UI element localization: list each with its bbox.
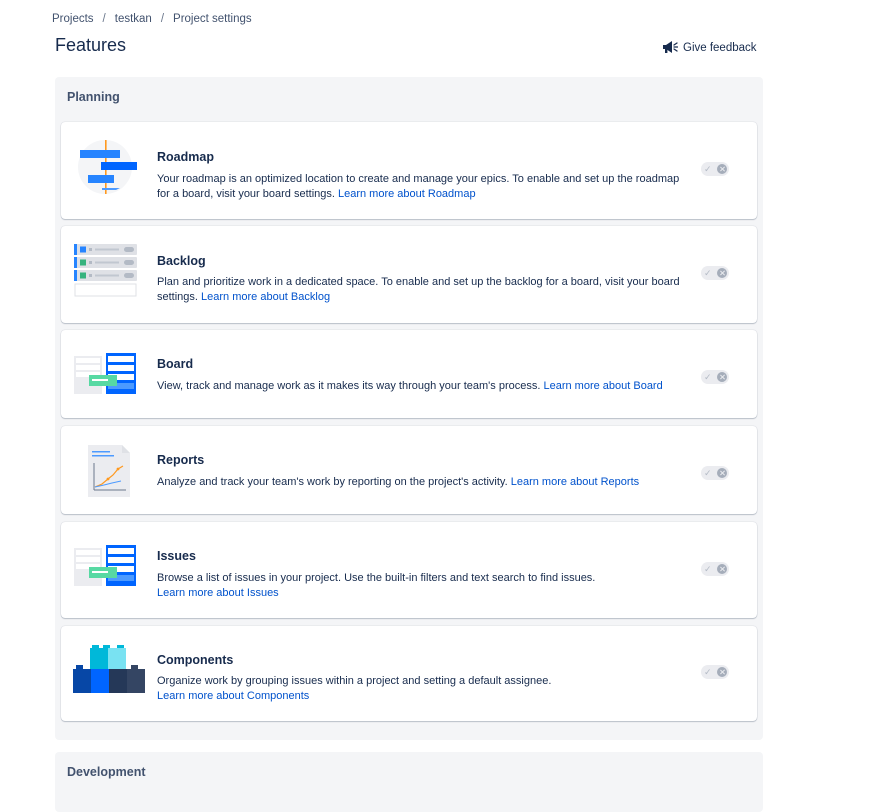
breadcrumb-separator: /	[102, 13, 106, 25]
reports-illustration	[74, 443, 140, 504]
feature-description-reports: Analyze and track your team's work by re…	[157, 475, 692, 490]
breadcrumb-projects[interactable]: Projects	[52, 13, 94, 25]
feature-card-components: Components Organize work by grouping iss…	[61, 626, 757, 721]
close-icon	[717, 268, 727, 278]
page-title: Features	[55, 35, 127, 55]
feature-text-issues: Browse a list of issues in your project.…	[157, 572, 596, 584]
feature-description-issues: Browse a list of issues in your project.…	[157, 571, 692, 601]
feature-card-reports: Reports Analyze and track your team's wo…	[61, 426, 757, 514]
feature-text-reports: Analyze and track your team's work by re…	[157, 476, 511, 488]
feature-title-board: Board	[157, 357, 194, 371]
feature-card-backlog: Backlog Plan and prioritize work in a de…	[61, 226, 757, 323]
issues-toggle[interactable]: ✓	[701, 562, 729, 576]
check-icon: ✓	[704, 667, 712, 677]
give-feedback-button[interactable]: Give feedback	[661, 38, 757, 58]
issues-illustration	[74, 545, 138, 592]
close-icon	[717, 564, 727, 574]
reports-toggle[interactable]: ✓	[701, 466, 729, 480]
check-icon: ✓	[704, 468, 712, 478]
section-title-development: Development	[67, 765, 146, 779]
board-illustration	[74, 353, 138, 400]
components-illustration	[73, 645, 145, 698]
roadmap-illustration	[74, 140, 142, 201]
check-icon: ✓	[704, 564, 712, 574]
breadcrumb-project-settings[interactable]: Project settings	[173, 13, 252, 25]
feature-text-components: Organize work by grouping issues within …	[157, 675, 552, 687]
check-icon: ✓	[704, 372, 712, 382]
learn-more-backlog-link[interactable]: Learn more about Backlog	[201, 291, 330, 303]
backlog-toggle[interactable]: ✓	[701, 266, 729, 280]
learn-more-board-link[interactable]: Learn more about Board	[543, 380, 662, 392]
board-toggle[interactable]: ✓	[701, 370, 729, 384]
breadcrumb-separator: /	[160, 13, 165, 25]
megaphone-icon	[661, 40, 679, 57]
feature-title-issues: Issues	[157, 549, 196, 563]
planning-section: Planning Roadmap Your roadmap is an opti…	[55, 77, 763, 740]
learn-more-issues-link[interactable]: Learn more about Issues	[157, 587, 279, 599]
close-icon	[717, 372, 727, 382]
feature-title-backlog: Backlog	[157, 254, 206, 268]
feature-card-roadmap: Roadmap Your roadmap is an optimized loc…	[61, 122, 757, 219]
close-icon	[717, 468, 727, 478]
check-icon: ✓	[704, 268, 712, 278]
close-icon	[717, 667, 727, 677]
feature-description-components: Organize work by grouping issues within …	[157, 674, 692, 704]
check-icon: ✓	[704, 164, 712, 174]
give-feedback-label: Give feedback	[683, 42, 757, 54]
learn-more-components-link[interactable]: Learn more about Components	[157, 690, 309, 702]
close-icon	[717, 164, 727, 174]
learn-more-reports-link[interactable]: Learn more about Reports	[511, 476, 639, 488]
roadmap-toggle[interactable]: ✓	[701, 162, 729, 176]
section-title-planning: Planning	[67, 90, 120, 104]
learn-more-roadmap-link[interactable]: Learn more about Roadmap	[338, 188, 476, 200]
feature-title-roadmap: Roadmap	[157, 150, 214, 164]
feature-card-board: Board View, track and manage work as it …	[61, 330, 757, 418]
breadcrumb: Projects / testkan / Project settings	[52, 13, 252, 25]
development-section: Development	[55, 752, 763, 812]
feature-description-board: View, track and manage work as it makes …	[157, 379, 692, 394]
feature-title-components: Components	[157, 653, 234, 667]
feature-description-roadmap: Your roadmap is an optimized location to…	[157, 172, 692, 202]
feature-description-backlog: Plan and prioritize work in a dedicated …	[157, 275, 692, 305]
backlog-illustration	[74, 243, 138, 304]
components-toggle[interactable]: ✓	[701, 665, 729, 679]
feature-text-board: View, track and manage work as it makes …	[157, 380, 544, 392]
breadcrumb-project[interactable]: testkan	[115, 13, 152, 25]
feature-card-issues: Issues Browse a list of issues in your p…	[61, 522, 757, 618]
feature-title-reports: Reports	[157, 453, 205, 467]
